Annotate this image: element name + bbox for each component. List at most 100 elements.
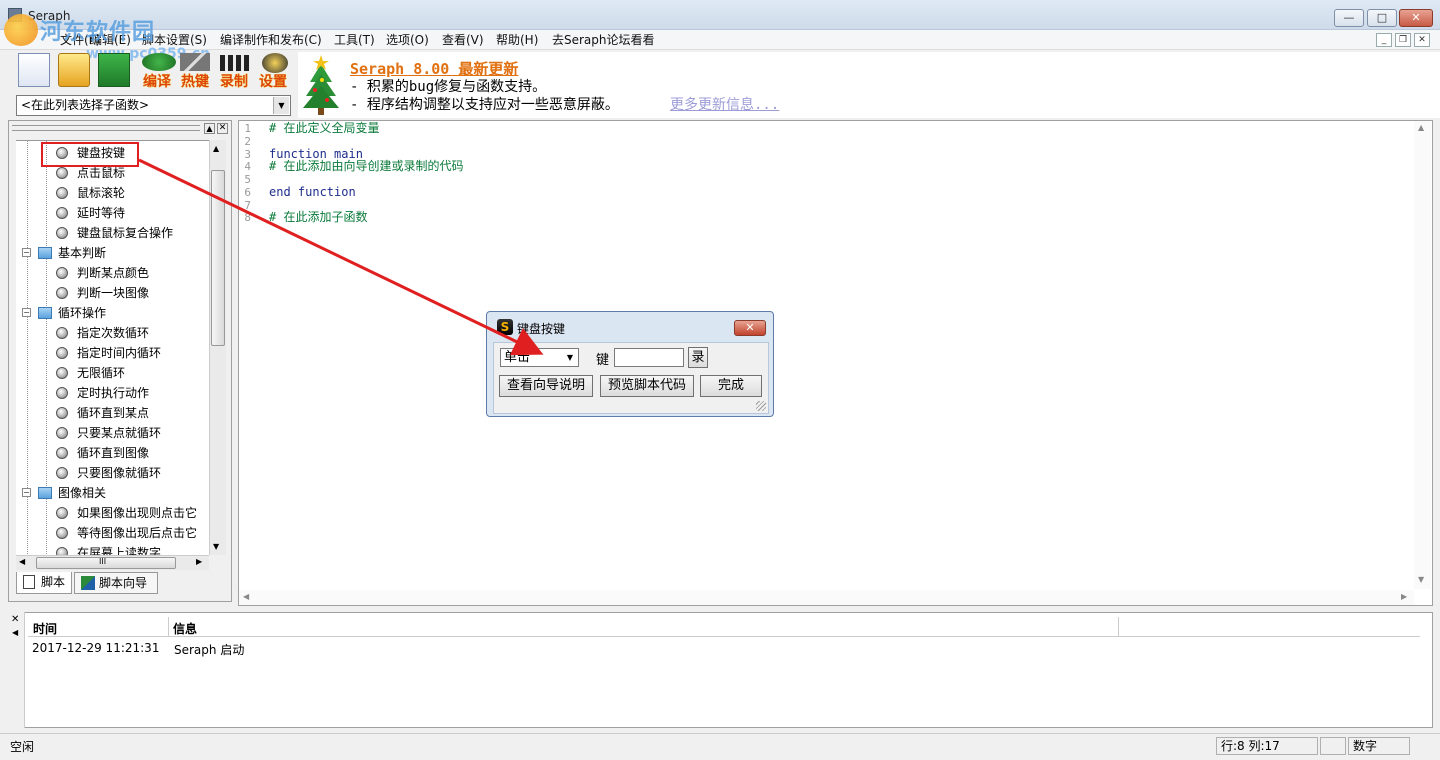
compile-icon[interactable] [142,53,176,71]
christmas-tree-icon [303,55,339,115]
tree-item-label: 鼠标滚轮 [77,186,126,200]
tree-group-label: 图像相关 [58,486,107,500]
code-editor[interactable]: 1 # 在此定义全局变量 2 3 function main 4 # 在此添加由向导创… [238,120,1433,606]
new-file-icon[interactable] [18,53,50,87]
minimize-button[interactable]: — [1334,9,1364,27]
status-bar: 空闲 行:8 列:17 数字 [0,733,1440,760]
function-select-value: <在此列表选择子函数> [21,98,150,112]
line-number: 4 [244,160,251,173]
tab-script[interactable]: 脚本 [16,572,72,594]
action-icon [56,227,68,239]
action-icon [56,407,68,419]
tree-item-label: 无限循环 [77,366,126,380]
collapse-icon[interactable]: − [22,248,31,257]
tree-item-label: 定时执行动作 [77,386,150,400]
log-col-info[interactable]: 信息 [173,620,197,637]
tree-item-label: 指定次数循环 [77,326,150,340]
action-icon [56,387,68,399]
status-text: 空闲 [10,740,35,754]
table-row[interactable]: 2017-12-29 11:21:31 Seraph 启动 [28,640,1420,658]
line-number: 8 [244,211,251,224]
tree-item-label: 只要某点就循环 [77,426,162,440]
tab-wizard-label: 脚本向导 [99,576,148,590]
menu-options[interactable]: 选项(O) [386,32,429,48]
tree-item-label: 判断一块图像 [77,286,150,300]
status-cell-empty [1320,737,1346,755]
panel-grip[interactable] [12,125,200,131]
function-select[interactable]: <在此列表选择子函数> ▼ [16,95,291,116]
open-folder-icon[interactable] [58,53,90,87]
action-icon [56,347,68,359]
record-key-button[interactable]: 录 [688,347,708,368]
scroll-right-icon[interactable]: ▶ [196,557,202,566]
log-pin-icon[interactable]: ◀ [12,628,18,637]
column-divider[interactable] [168,617,169,637]
menu-tools[interactable]: 工具(T) [334,32,375,48]
key-input[interactable] [614,348,684,367]
line-number: 6 [244,186,251,199]
scroll-right-icon[interactable]: ▶ [1401,592,1407,601]
tab-wizard[interactable]: 脚本向导 [74,572,158,594]
annotation-highlight-box [41,142,139,167]
mdi-close-button[interactable]: ✕ [1414,33,1430,47]
hotkey-button[interactable]: 热键 [181,71,209,91]
column-divider[interactable] [1118,617,1119,637]
line-number: 5 [244,173,251,186]
tree-item-label: 如果图像出现则点击它 [77,506,198,520]
mdi-minimize-button[interactable]: _ [1376,33,1392,47]
menu-bar: 文件(F) 编辑(E) 脚本设置(S) 编译制作和发布(C) 工具(T) 选项(… [0,30,1440,50]
resize-grip-icon[interactable] [756,401,766,411]
folder-icon [38,487,52,499]
scroll-up-icon[interactable]: ▲ [213,144,219,153]
action-icon [56,327,68,339]
panel-pin-icon[interactable]: ▲ [204,123,215,134]
tree-vertical-scrollbar[interactable]: ▲ ▼ [209,140,226,555]
scroll-down-icon[interactable]: ▼ [1418,575,1424,584]
menu-view[interactable]: 查看(V) [442,32,484,48]
editor-vertical-scrollbar[interactable]: ▲ ▼ [1414,121,1431,589]
record-clapper-icon[interactable] [220,55,250,71]
close-button[interactable]: ✕ [1399,9,1433,27]
log-close-icon[interactable]: ✕ [11,614,19,625]
scroll-left-icon[interactable]: ◀ [19,557,25,566]
tab-script-label: 脚本 [41,575,66,589]
scroll-thumb[interactable] [211,170,225,346]
scroll-down-icon[interactable]: ▼ [213,542,219,551]
collapse-icon[interactable]: − [22,488,31,497]
tree-horizontal-scrollbar[interactable]: ◀ III ▶ [16,555,209,570]
menu-forum[interactable]: 去Seraph论坛看看 [552,32,655,48]
scroll-left-icon[interactable]: ◀ [243,592,249,601]
log-panel-grip[interactable]: ✕ ◀ [8,612,25,728]
press-mode-select[interactable]: 单击 ▼ [500,348,579,367]
panel-close-icon[interactable]: ✕ [217,123,228,134]
dialog-body: 单击 ▼ 键 录 查看向导说明 预览脚本代码 完成 [493,342,769,414]
record-button[interactable]: 录制 [220,71,248,91]
menu-compile-publish[interactable]: 编译制作和发布(C) [220,32,322,48]
maximize-button[interactable]: □ [1367,9,1397,27]
wizard-icon [81,576,95,590]
settings-icon[interactable] [262,53,288,73]
collapse-icon[interactable]: − [22,308,31,317]
editor-horizontal-scrollbar[interactable]: ◀ ▶ [239,590,1414,605]
tree-item-label: 延时等待 [77,206,126,220]
compile-button[interactable]: 编译 [143,71,171,91]
save-disk-icon[interactable] [98,53,130,87]
press-mode-value: 单击 [504,350,531,365]
chevron-down-icon[interactable]: ▼ [563,350,577,365]
hotkey-icon[interactable] [180,53,210,71]
settings-button[interactable]: 设置 [259,71,287,91]
action-icon [56,367,68,379]
log-col-time[interactable]: 时间 [33,620,57,637]
mdi-restore-button[interactable]: ❐ [1395,33,1411,47]
view-guide-button[interactable]: 查看向导说明 [499,375,593,397]
preview-code-button[interactable]: 预览脚本代码 [600,375,694,397]
dialog-close-button[interactable]: ✕ [734,320,766,336]
done-button[interactable]: 完成 [700,375,762,397]
chevron-down-icon[interactable]: ▼ [273,97,289,114]
line-number: 2 [244,135,251,148]
scroll-up-icon[interactable]: ▲ [1418,123,1424,132]
line-number: 1 [244,122,251,135]
more-updates-link[interactable]: 更多更新信息... [670,94,779,114]
menu-help[interactable]: 帮助(H) [496,32,538,48]
scroll-thumb[interactable]: III [36,557,176,569]
